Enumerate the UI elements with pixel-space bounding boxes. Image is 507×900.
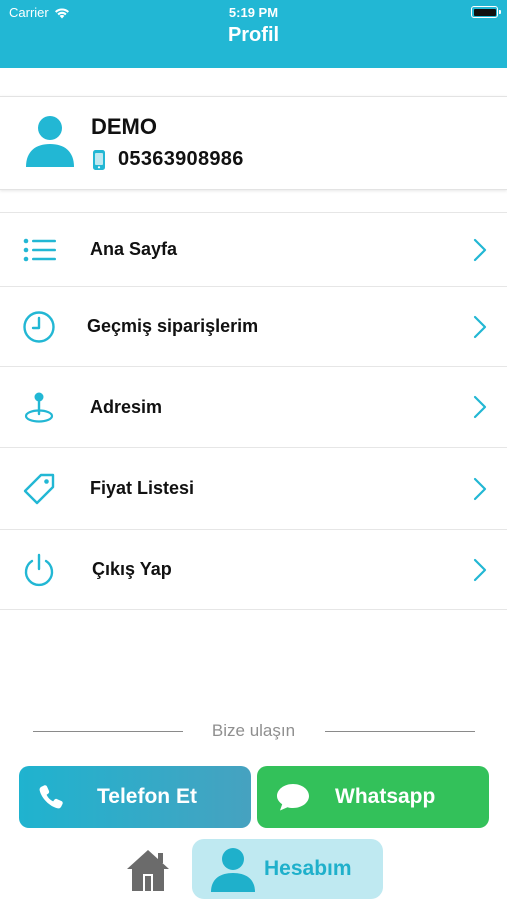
battery-icon (471, 6, 501, 18)
profile-phone-row: 05363908986 (92, 148, 244, 171)
chevron-right-icon (473, 395, 487, 419)
chevron-right-icon (473, 238, 487, 261)
contact-section: Bize ulaşın (0, 720, 507, 744)
list-icon (23, 238, 56, 261)
whatsapp-button-label: Whatsapp (335, 785, 436, 808)
menu-item-label: Adresim (90, 396, 163, 417)
profile-phone-number: 05363908986 (118, 148, 244, 170)
home-icon[interactable] (124, 846, 172, 894)
chat-bubble-icon (277, 784, 309, 811)
user-icon (211, 848, 255, 892)
menu-item-label: Fiyat Listesi (90, 478, 195, 498)
chevron-right-icon (473, 477, 487, 500)
menu-item-label: Geçmiş siparişlerim (87, 316, 259, 336)
tab-account[interactable]: Hesabım (192, 839, 383, 899)
profile-card: DEMO 05363908986 (0, 96, 507, 190)
page-title: Profil (227, 24, 280, 46)
call-button[interactable]: Telefon Et (19, 766, 251, 828)
menu-item-home[interactable]: Ana Sayfa (0, 213, 507, 287)
price-tag-icon (23, 473, 55, 504)
mobile-phone-icon (93, 149, 105, 170)
tab-account-label: Hesabım (264, 857, 352, 880)
power-icon (24, 553, 54, 586)
profile-menu: Ana Sayfa Geçmiş siparişlerim Adresim Fi… (0, 212, 507, 610)
divider-right (325, 731, 475, 732)
profile-name: DEMO (91, 114, 157, 139)
clock-icon (23, 310, 55, 343)
call-button-label: Telefon Et (97, 785, 197, 808)
menu-item-logout[interactable]: Çıkış Yap (0, 530, 507, 610)
menu-item-order-history[interactable]: Geçmiş siparişlerim (0, 287, 507, 367)
chevron-right-icon (473, 315, 487, 338)
chevron-right-icon (473, 558, 487, 581)
user-avatar-icon (26, 116, 74, 167)
menu-item-label: Ana Sayfa (90, 239, 178, 259)
status-time: 5:19 PM (228, 5, 279, 20)
location-pin-icon (24, 392, 54, 423)
menu-item-price-list[interactable]: Fiyat Listesi (0, 448, 507, 530)
menu-item-address[interactable]: Adresim (0, 367, 507, 448)
status-bar: Carrier 5:19 PM (0, 0, 507, 24)
whatsapp-button[interactable]: Whatsapp (257, 766, 489, 828)
app-header: Carrier 5:19 PM Profil (0, 0, 507, 68)
phone-handset-icon (39, 785, 63, 809)
menu-item-label: Çıkış Yap (92, 559, 172, 579)
